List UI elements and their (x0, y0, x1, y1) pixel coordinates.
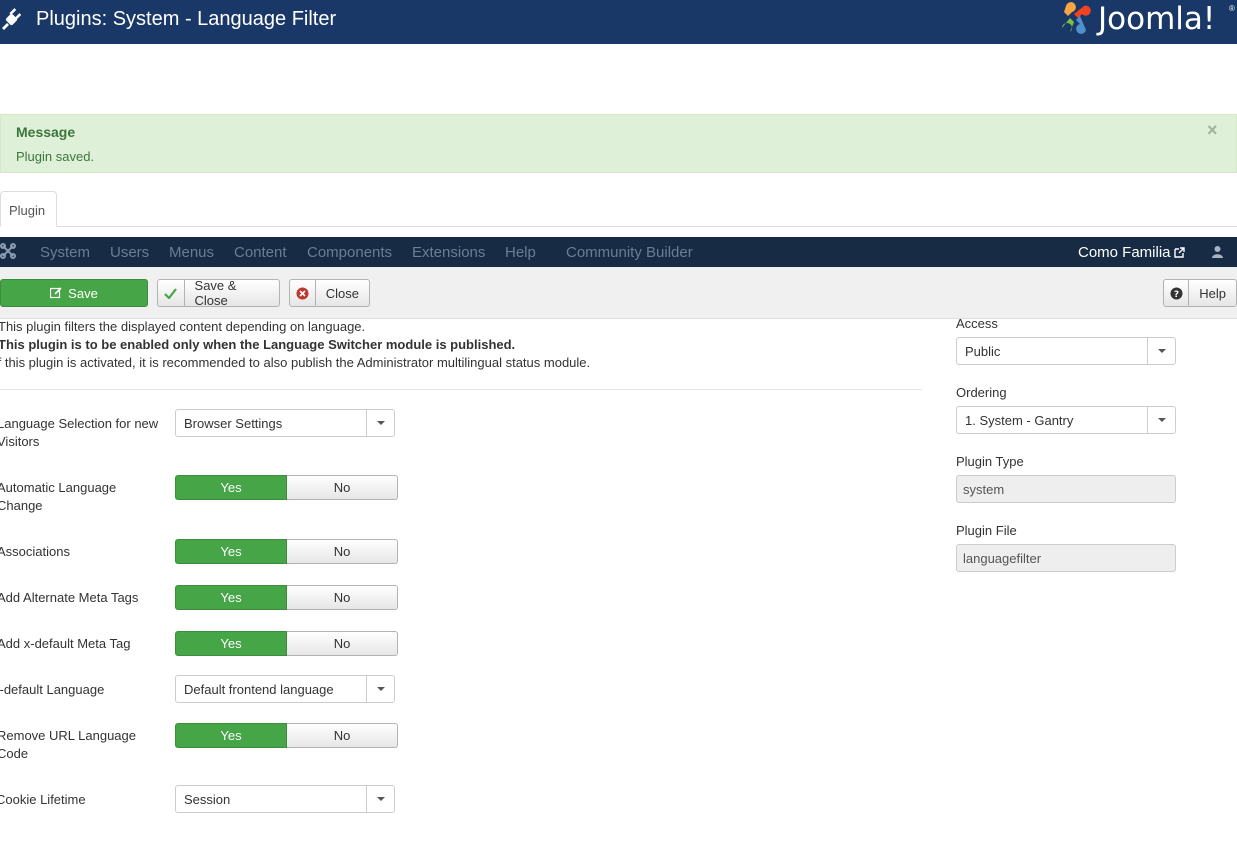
edit-icon (50, 287, 62, 299)
label-automatic-change: Automatic Language Change (0, 480, 117, 513)
menu-content[interactable]: Content (234, 244, 287, 261)
language-selection-value: Browser Settings (184, 416, 283, 431)
label-associations: Associations (0, 544, 70, 559)
ordering-label: Ordering (956, 385, 1007, 400)
menu-help[interactable]: Help (505, 244, 536, 261)
language-selection-select[interactable]: Browser Settings (175, 409, 395, 437)
chevron-down-icon (366, 410, 394, 436)
cookie-lifetime-value: Session (184, 792, 231, 807)
joomla-brand-text: Joomla! (1098, 1, 1216, 37)
plugin-file-field: languagefilter (956, 544, 1176, 572)
remove-url-code-no[interactable]: No (287, 723, 398, 748)
help-label: Help (1199, 285, 1226, 301)
close-button[interactable]: Close (289, 279, 370, 307)
label-xdefault-language: x-default Language (0, 682, 105, 697)
alternate-meta-toggle: Yes No (175, 585, 398, 610)
alternate-meta-no[interactable]: No (287, 585, 398, 610)
question-icon: ? (1164, 280, 1190, 306)
description-line-1: This plugin filters the displayed conten… (0, 319, 366, 334)
success-message: Message Plugin saved. × (0, 114, 1237, 173)
label-xdefault-meta: Add x-default Meta Tag (0, 636, 131, 651)
xdefault-meta-yes[interactable]: Yes (175, 631, 287, 656)
menu-menus[interactable]: Menus (169, 244, 214, 261)
ordering-select[interactable]: 1. System - Gantry (956, 406, 1176, 434)
admin-menu-bar: System Users Menus Content Components Ex… (0, 237, 1237, 267)
alternate-meta-yes[interactable]: Yes (175, 585, 287, 610)
registered-mark: ® (1229, 4, 1235, 13)
close-label: Close (325, 285, 359, 301)
access-select[interactable]: Public (956, 337, 1176, 365)
automatic-change-no[interactable]: No (287, 475, 398, 500)
automatic-change-toggle: Yes No (175, 475, 398, 500)
message-body: Plugin saved. (16, 149, 95, 164)
help-button[interactable]: ? Help (1163, 279, 1237, 307)
remove-url-code-toggle: Yes No (175, 723, 398, 748)
divider (0, 389, 922, 390)
cookie-lifetime-select[interactable]: Session (175, 785, 395, 813)
label-remove-url-code: Remove URL Language Code (0, 728, 136, 761)
check-icon (158, 280, 185, 306)
associations-yes[interactable]: Yes (175, 539, 287, 564)
menu-system[interactable]: System (40, 244, 90, 261)
chevron-down-icon (1147, 407, 1175, 433)
plugin-type-field: system (956, 475, 1176, 503)
xdefault-meta-toggle: Yes No (175, 631, 398, 656)
close-icon[interactable]: × (1207, 120, 1218, 141)
save-button[interactable]: Save (0, 279, 148, 307)
chevron-down-icon (366, 676, 394, 702)
user-icon[interactable] (1211, 245, 1224, 258)
site-link[interactable]: Como Familia (1078, 244, 1171, 261)
save-close-button[interactable]: Save & Close (157, 278, 280, 308)
joomla-menu-icon[interactable] (0, 243, 16, 259)
save-close-label: Save & Close (194, 278, 237, 308)
ordering-value: 1. System - Gantry (965, 413, 1074, 428)
chevron-down-icon (366, 786, 394, 812)
description-line-3: If this plugin is activated, it is recom… (0, 355, 591, 370)
tab-bar: Plugin (0, 191, 1237, 227)
menu-users[interactable]: Users (110, 244, 149, 261)
page-title: Plugins: System - Language Filter (36, 8, 337, 30)
message-heading: Message (16, 124, 76, 140)
associations-no[interactable]: No (287, 539, 398, 564)
associations-toggle: Yes No (175, 539, 398, 564)
chevron-down-icon (1147, 338, 1175, 364)
plugin-type-label: Plugin Type (956, 454, 1024, 469)
xdefault-meta-no[interactable]: No (287, 631, 398, 656)
xdefault-language-value: Default frontend language (184, 682, 334, 697)
menu-extensions[interactable]: Extensions (412, 244, 485, 261)
external-link-icon[interactable] (1174, 247, 1185, 258)
label-alternate-meta: Add Alternate Meta Tags (0, 590, 139, 605)
cancel-icon (290, 280, 316, 306)
plug-icon (2, 8, 22, 30)
menu-community-builder[interactable]: Community Builder (566, 244, 693, 261)
remove-url-code-yes[interactable]: Yes (175, 723, 287, 748)
header-bar: Plugins: System - Language Filter Joomla… (0, 0, 1237, 44)
label-cookie-lifetime: Cookie Lifetime (0, 792, 86, 807)
tab-plugin[interactable]: Plugin (0, 191, 57, 227)
save-label: Save (68, 285, 98, 301)
access-label: Access (956, 316, 998, 331)
svg-text:?: ? (1174, 290, 1179, 300)
xdefault-language-select[interactable]: Default frontend language (175, 675, 395, 703)
toolbar: Save Save & Close Close ? Help (0, 267, 1237, 319)
plugin-file-label: Plugin File (956, 523, 1017, 538)
menu-components[interactable]: Components (307, 244, 392, 261)
access-value: Public (965, 344, 1001, 359)
label-language-selection: Language Selection for new Visitors (0, 416, 159, 449)
description-line-2: This plugin is to be enabled only when t… (0, 337, 516, 352)
automatic-change-yes[interactable]: Yes (175, 475, 287, 500)
